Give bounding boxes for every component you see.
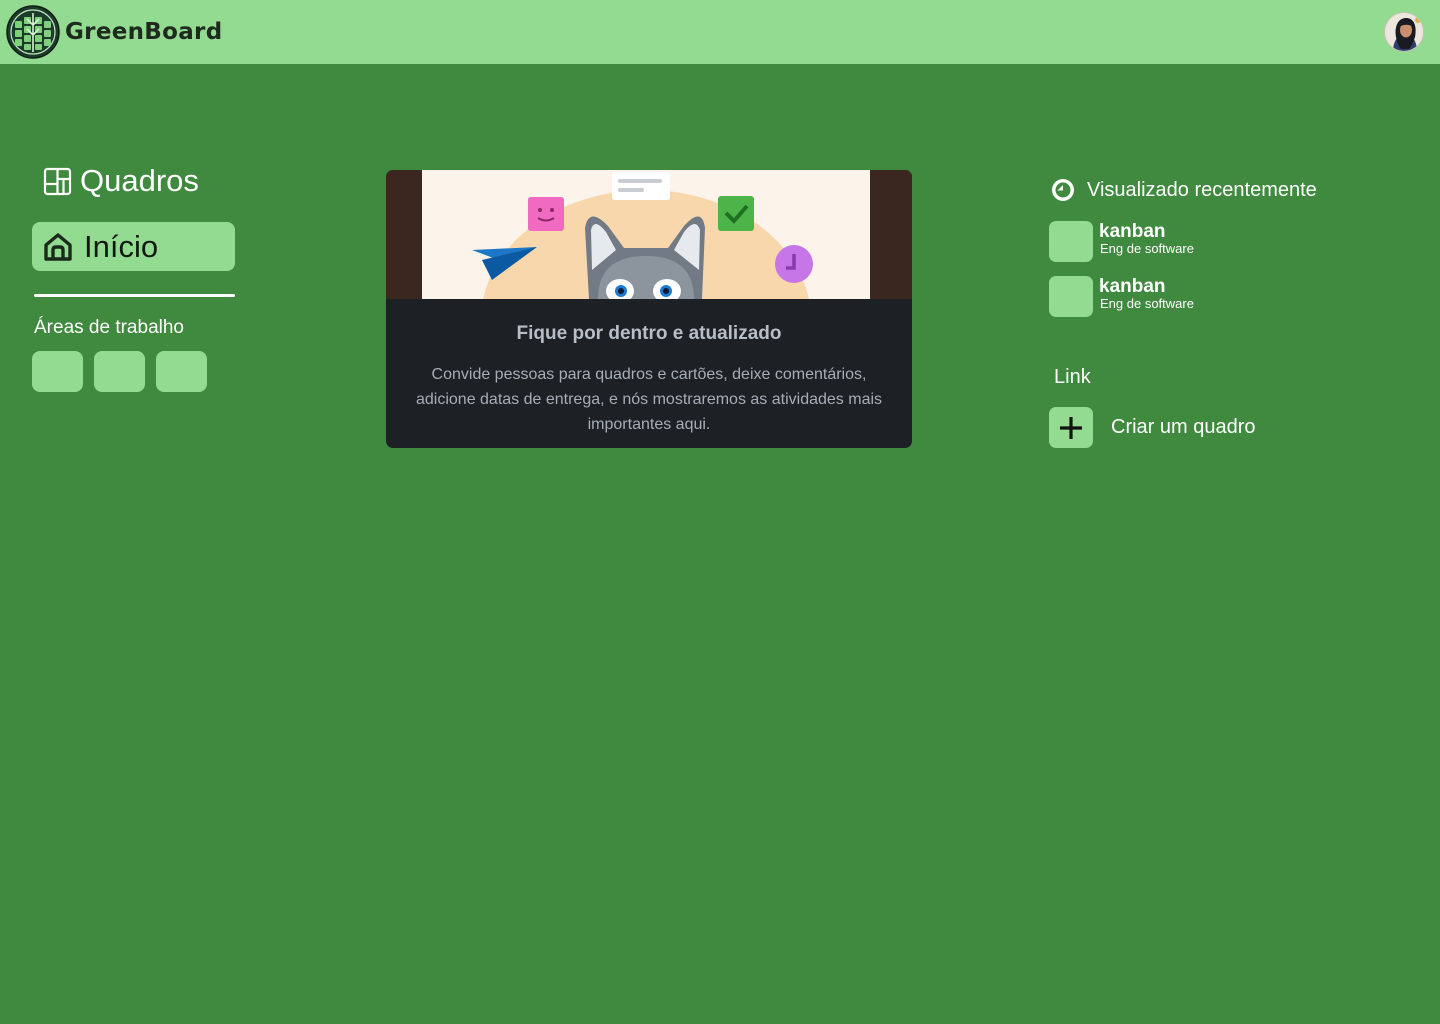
link-heading: Link	[1054, 366, 1091, 388]
board-thumbnail	[1049, 276, 1093, 317]
avatar[interactable]	[1384, 12, 1424, 52]
logo[interactable]: GreenBoard	[6, 5, 222, 59]
board-thumbnail	[1049, 221, 1093, 262]
boards-title: Quadros	[80, 163, 199, 198]
board-workspace: Eng de software	[1100, 241, 1194, 256]
greenboard-logo-icon	[6, 5, 60, 59]
board-name: kanban	[1099, 276, 1166, 297]
home-label: Início	[84, 228, 159, 264]
board-name: kanban	[1099, 221, 1166, 242]
boards-section-title[interactable]: Quadros	[43, 163, 199, 199]
plus-icon	[1060, 416, 1082, 439]
sidebar-divider	[34, 294, 235, 297]
card-description: Convide pessoas para quadros e cartões, …	[415, 366, 883, 433]
home-icon	[44, 232, 72, 261]
workspaces-heading: Áreas de trabalho	[34, 317, 184, 338]
sidebar-item-home[interactable]: Início	[32, 222, 235, 271]
boards-icon	[43, 167, 72, 195]
card-title: Fique por dentro e atualizado	[516, 323, 782, 344]
activity-empty-state-card: Fique por dentro e atualizado Convide pe…	[386, 170, 912, 448]
board-workspace: Eng de software	[1100, 296, 1194, 311]
clock-icon	[1052, 179, 1074, 201]
recently-viewed-heading: Visualizado recentemente	[1051, 178, 1317, 202]
create-board-label: Criar um quadro	[1111, 416, 1256, 438]
workspace-tile[interactable]	[32, 351, 83, 392]
husky-illustration-icon	[422, 170, 870, 299]
recently-viewed-label: Visualizado recentemente	[1087, 178, 1317, 201]
workspace-tile[interactable]	[94, 351, 145, 392]
recent-board-item[interactable]: kanban Eng de software	[1049, 276, 1309, 317]
workspace-tile[interactable]	[156, 351, 207, 392]
workspace-list	[32, 351, 207, 392]
brand-name: GreenBoard	[65, 19, 223, 45]
card-illustration	[386, 170, 912, 299]
avatar-image-icon	[1385, 13, 1423, 51]
top-bar: GreenBoard	[0, 0, 1440, 64]
create-board-icon-button[interactable]	[1049, 407, 1093, 448]
create-board-button[interactable]: Criar um quadro	[1049, 407, 1256, 448]
recent-board-item[interactable]: kanban Eng de software	[1049, 221, 1309, 262]
